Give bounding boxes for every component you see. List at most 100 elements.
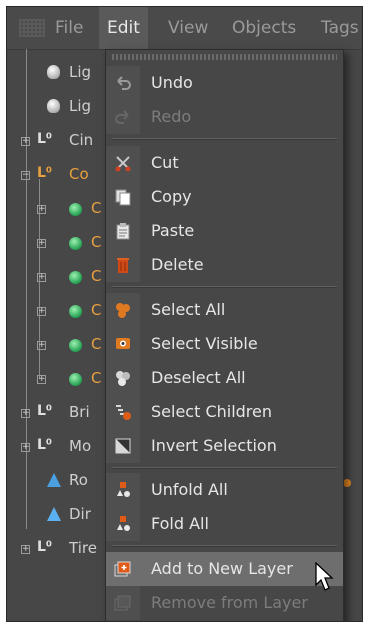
menu-item-label: Copy (151, 187, 192, 206)
menu-item-label: Paste (151, 221, 195, 240)
add-layer-icon (114, 561, 131, 577)
null-icon: L⁰ (37, 131, 53, 147)
menu-separator (112, 138, 337, 140)
null-icon: L⁰ (37, 403, 53, 419)
tree-row-label: Cin (69, 131, 94, 149)
remove-layer-icon (114, 595, 131, 611)
expand-icon[interactable]: + (37, 307, 46, 316)
menu-item-select-children[interactable]: Select Children (106, 395, 343, 429)
menu-edit[interactable]: Edit (99, 7, 148, 49)
expand-icon[interactable]: + (37, 205, 46, 214)
menu-item-label: Undo (151, 73, 193, 92)
paste-icon (116, 223, 130, 240)
rope-icon (47, 473, 61, 487)
menu-item-paste[interactable]: Paste (106, 214, 343, 248)
fold-all-icon (117, 516, 130, 531)
menu-separator (112, 545, 337, 547)
trash-icon (117, 258, 129, 273)
menu-item-deselect-all[interactable]: Deselect All (106, 361, 343, 395)
light-icon (47, 65, 60, 79)
tree-row-label: Dir (69, 505, 91, 523)
null-icon: L⁰ (37, 437, 53, 453)
menu-item-label: Remove from Layer (151, 593, 308, 612)
expand-icon[interactable]: + (21, 409, 30, 418)
menu-item-label: Unfold All (151, 480, 228, 499)
menu-item-select-visible[interactable]: Select Visible (106, 327, 343, 361)
sphere-icon (69, 373, 82, 386)
menu-item-label: Deselect All (151, 368, 246, 387)
dir-icon (47, 507, 61, 521)
expand-icon[interactable]: + (37, 239, 46, 248)
menu-item-undo[interactable]: Undo (106, 66, 343, 100)
expand-icon[interactable]: + (21, 443, 30, 452)
tree-row-label: Lig (69, 97, 92, 115)
tree-row-label: C (91, 267, 102, 285)
undo-icon (117, 76, 131, 90)
null-icon: L⁰ (37, 539, 53, 555)
tree-row-label: C (91, 369, 102, 387)
menu-tearoff-grip[interactable] (112, 54, 337, 60)
menu-item-add-to-new-layer[interactable]: Add to New Layer (106, 552, 343, 586)
menu-separator (112, 467, 337, 469)
menu-item-invert-selection[interactable]: Invert Selection (106, 429, 343, 463)
expand-icon[interactable]: + (21, 545, 30, 554)
menu-item-label: Fold All (151, 514, 209, 533)
tree-row-label: Lig (69, 63, 92, 81)
menu-item-label: Cut (151, 153, 179, 172)
copy-icon (115, 189, 131, 206)
sphere-icon (69, 237, 82, 250)
menubar: File Edit View Objects Tags (7, 7, 362, 50)
menu-tags[interactable]: Tags (313, 7, 362, 49)
tree-row-label: Tire (69, 539, 97, 557)
light-icon (47, 99, 60, 113)
expand-icon[interactable]: + (21, 137, 30, 146)
menu-item-label: Invert Selection (151, 436, 277, 455)
menu-item-cut[interactable]: Cut (106, 146, 343, 180)
sphere-icon (69, 339, 82, 352)
expand-icon[interactable]: + (37, 273, 46, 282)
menubar-grip-icon[interactable] (19, 19, 45, 37)
redo-icon (115, 110, 129, 124)
unfold-all-icon (117, 482, 130, 497)
sphere-icon (69, 203, 82, 216)
select-all-icon (116, 303, 130, 318)
select-visible-icon (116, 338, 130, 349)
menu-item-label: Redo (151, 107, 192, 126)
tree-row-label: C (91, 199, 102, 217)
null-icon: L⁰ (37, 165, 53, 181)
menu-item-label: Select Children (151, 402, 273, 421)
sphere-icon (69, 305, 82, 318)
menu-item-label: Select All (151, 300, 226, 319)
sphere-icon (69, 271, 82, 284)
select-children-icon (116, 405, 131, 420)
deselect-all-icon (116, 371, 130, 386)
edit-dropdown-menu: Undo Redo Cut Copy Paste Delete Select A… (105, 49, 344, 621)
invert-selection-icon (115, 438, 131, 454)
menu-item-redo[interactable]: Redo (106, 100, 343, 134)
tree-row-label: C (91, 335, 102, 353)
menu-item-label: Select Visible (151, 334, 258, 353)
menu-view[interactable]: View (160, 7, 216, 49)
scissors-icon (115, 156, 131, 172)
menu-item-select-all[interactable]: Select All (106, 293, 343, 327)
tree-row-label: Bri (69, 403, 90, 421)
mouse-cursor-icon (315, 562, 334, 591)
menu-item-label: Add to New Layer (151, 559, 293, 578)
menu-item-unfold-all[interactable]: Unfold All (106, 473, 343, 507)
tag-dot-icon (343, 479, 351, 487)
expand-icon[interactable]: + (37, 375, 46, 384)
tree-row-label: Co (69, 165, 89, 183)
tree-row-label: C (91, 233, 102, 251)
menu-item-label: Delete (151, 255, 204, 274)
object-manager-window: File Edit View Objects Tags Lig Lig + L⁰… (6, 6, 363, 622)
expand-icon[interactable]: + (37, 341, 46, 350)
menu-objects[interactable]: Objects (224, 7, 304, 49)
menu-item-delete[interactable]: Delete (106, 248, 343, 282)
tree-row-label: Ro (69, 471, 88, 489)
collapse-icon[interactable]: − (21, 171, 30, 180)
menu-item-remove-from-layer[interactable]: Remove from Layer (106, 586, 343, 620)
tree-row-label: Mo (69, 437, 92, 455)
menu-item-fold-all[interactable]: Fold All (106, 507, 343, 541)
menu-file[interactable]: File (47, 7, 91, 49)
menu-item-copy[interactable]: Copy (106, 180, 343, 214)
